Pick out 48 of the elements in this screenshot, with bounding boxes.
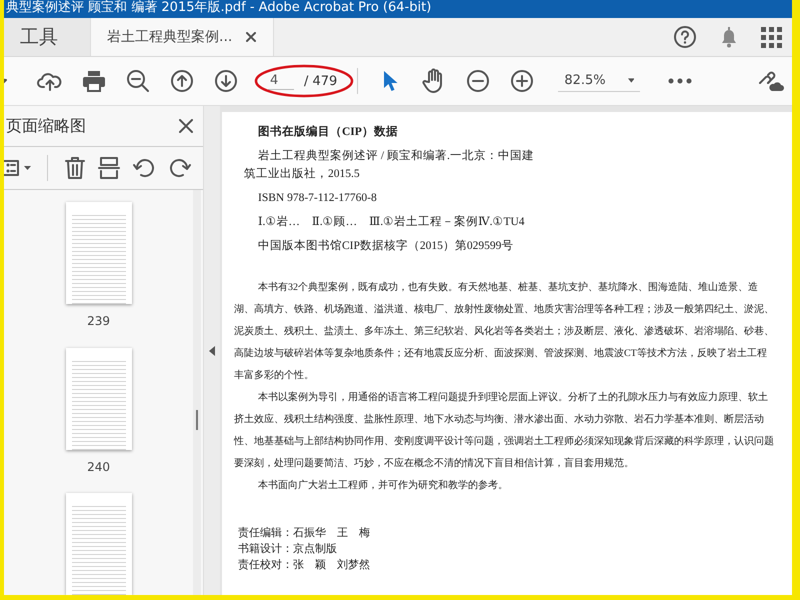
body-paragraph: 本书有32个典型案例，既有成功，也有失败。有天然地基、桩基、基坑支护、基坑降水、围海造陆、堆山造景、造湖、高填方、铁路、机场跑道、溢洪道、核电厂、放射性废物处置、地质灾害治理等各种工程；涉及一般第四纪土、淤泥、泥炭质土、残积土、盐渍土、多年冻土、第三纪软岩、风化岩等各类岩土；涉及断层、液化、渗透破坏、岩溶塌陷、砂巷、高陡边坡与破碎岩体等复杂地质条件；还有地震反应分析、面波探测、管波探测、地震波CT等技术方法，反映了岩土工程丰富多彩的个性。 <box>234 280 774 383</box>
apps-grid-icon[interactable] <box>761 26 782 48</box>
printer-icon[interactable] <box>82 70 106 92</box>
credit-line: 责任编辑：石振华 王 梅 <box>238 526 371 541</box>
arrow-down-icon[interactable] <box>214 69 238 93</box>
pointer-icon[interactable] <box>381 70 400 92</box>
options-menu[interactable] <box>4 158 31 178</box>
page-number-field[interactable]: 4 <box>268 72 294 90</box>
close-icon[interactable] <box>246 32 256 42</box>
insert-page-icon[interactable] <box>98 156 120 180</box>
body-paragraph: 本书面向广大岩土工程师，并可作为研究和教学的参考。 <box>257 478 509 493</box>
zoom-dropdown[interactable]: 82.5% <box>558 70 640 92</box>
link-cloud-icon[interactable] <box>756 69 784 93</box>
list-icon <box>4 158 20 178</box>
close-icon[interactable] <box>179 119 194 133</box>
zoom-plus-icon[interactable] <box>510 69 534 93</box>
page-label: 240 <box>87 458 110 476</box>
tab[interactable]: 工具 <box>4 18 91 56</box>
rotate-left-icon[interactable] <box>132 156 156 180</box>
more-icon[interactable] <box>668 78 692 84</box>
body-paragraph: 本书以案例为导引，用通俗的语言将工程问题提升到理论层面上评议。分析了土的孔隙水压力与有效应力原理、软土挤土效应、残积土结构强度、盐胀性原理、地下水动态与均衡、潜水渗出面、水动力弥散、岩石力学基本准则、断层活动性、地基基础与上部结构协同作用、变刚度调平设计等问题，强调岩土工程师必须深知现象背后深藏的科学原理，认识问题要深刻，处理问题要简洁、巧妙，不应在概念不清的情况下盲目相信计算，盲目套用规范。 <box>234 390 774 471</box>
help-icon[interactable] <box>673 25 697 49</box>
page-thumbnail[interactable] <box>66 202 132 304</box>
arrow-up-icon[interactable] <box>170 69 194 93</box>
tab[interactable]: 岩土工程典型案例... <box>91 18 274 56</box>
page-total: / 479 <box>304 74 338 88</box>
cip-line: 岩土工程典型案例述评 / 顾宝和编著.一北京：中国建筑工业出版社，2015.5 <box>244 148 535 182</box>
credit-line: 书籍设计：京点制版 <box>238 542 338 557</box>
scrollbar[interactable] <box>193 190 202 595</box>
cip-line: Ⅰ.①岩… Ⅱ.①顾… Ⅲ.①岩土工程－案例Ⅳ.①TU4 <box>257 214 526 230</box>
caret-icon <box>628 78 634 83</box>
window-title: 典型案例述评 顾宝和 编著 2015年版.pdf - Adobe Acrobat Pro (64-bit) <box>5 0 432 15</box>
pane-title: 页面缩略图 <box>6 116 86 136</box>
zoom-out-icon[interactable] <box>126 69 150 93</box>
page-thumbnail[interactable] <box>66 348 132 450</box>
cloud-upload-icon[interactable] <box>37 70 63 92</box>
page-thumbnail[interactable] <box>66 493 132 595</box>
credit-line: 责任校对：张 颖 刘梦然 <box>238 558 371 573</box>
bell-icon[interactable] <box>719 26 739 48</box>
zoom-minus-icon[interactable] <box>466 69 490 93</box>
caret-icon <box>24 166 31 170</box>
cip-heading: 图书在版编目（CIP）数据 <box>258 124 399 139</box>
page-label: 239 <box>87 313 110 330</box>
cip-line: ISBN 978-7-112-17760-8 <box>257 191 378 206</box>
collapse-arrow-icon[interactable] <box>209 346 216 356</box>
trash-icon[interactable] <box>64 156 86 180</box>
cip-line: 中国版本图书馆CIP数据核字（2015）第029599号 <box>257 238 514 254</box>
rotate-right-icon[interactable] <box>168 156 192 180</box>
